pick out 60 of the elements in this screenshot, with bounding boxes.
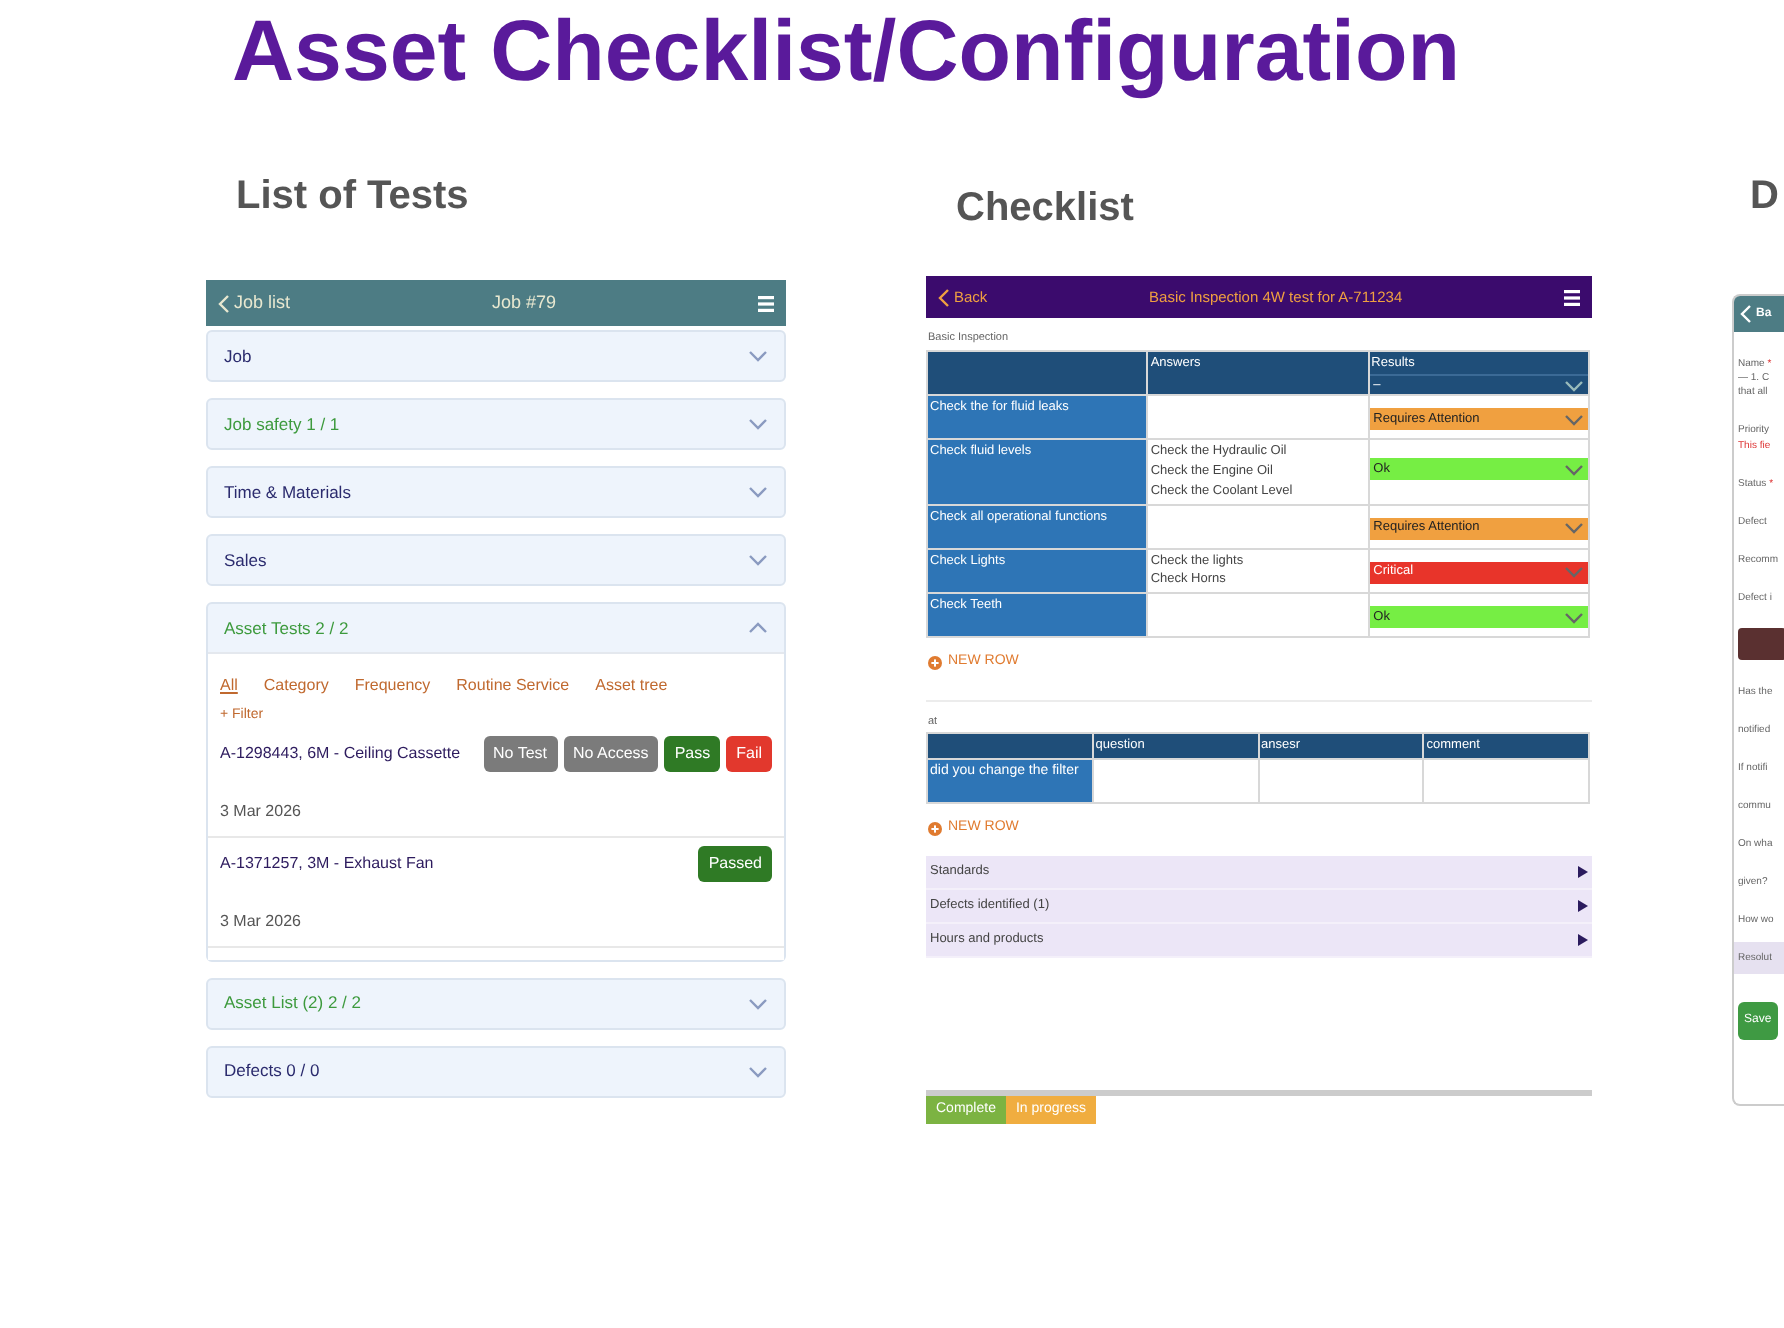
- table-cell[interactable]: [1092, 758, 1258, 803]
- chevron-down-icon: [748, 1065, 768, 1077]
- accordion-label: Sales: [224, 547, 267, 573]
- plus-circle-icon: [928, 655, 942, 670]
- photo-placeholder: [1738, 628, 1784, 660]
- chevron-down-icon: [748, 554, 768, 566]
- chevron-up-icon: [748, 622, 768, 634]
- chevron-down-icon: [1564, 379, 1584, 392]
- chevron-down-icon: [1564, 413, 1584, 426]
- triangle-right-icon: [1578, 866, 1588, 879]
- accordion-header[interactable]: Job: [208, 332, 784, 380]
- chevron-left-icon: [1740, 304, 1752, 324]
- accordion-label: Asset List (2) 2 / 2: [224, 990, 361, 1016]
- result-button[interactable]: Pass: [664, 735, 721, 771]
- chevron-down-icon: [1564, 611, 1584, 623]
- triangle-right-icon: [1578, 900, 1588, 913]
- triangle-right-icon: [1578, 934, 1588, 947]
- chevron-left-icon: [218, 293, 230, 313]
- chevron-left-icon: [938, 287, 950, 307]
- menu-icon[interactable]: [1563, 289, 1580, 305]
- table-cell[interactable]: [1423, 758, 1589, 803]
- accordion-header[interactable]: Job safety 1 / 1: [208, 400, 784, 448]
- result-button[interactable]: Passed: [698, 845, 772, 881]
- page-title: Asset Checklist/Configuration: [232, 2, 1463, 104]
- accordion-label: Time & Materials: [224, 479, 351, 505]
- accordion-header[interactable]: Time & Materials: [208, 468, 784, 516]
- chevron-down-icon: [1564, 522, 1584, 534]
- section-heading: D: [1748, 172, 1779, 220]
- chevron-down-icon: [748, 418, 768, 430]
- section-heading: List of Tests: [234, 172, 469, 220]
- test-date: 3 Mar 2026: [220, 799, 301, 823]
- chevron-down-icon: [1564, 463, 1584, 476]
- accordion-header[interactable]: Defects 0 / 0: [208, 1047, 784, 1095]
- accordion-label: Defects 0 / 0: [224, 1058, 320, 1084]
- filter-tab[interactable]: Frequency: [354, 674, 431, 698]
- test-date: 3 Mar 2026: [220, 909, 301, 933]
- filter-tab[interactable]: Category: [263, 674, 329, 698]
- test-name: A-1371257, 3M - Exhaust Fan: [220, 851, 434, 875]
- accordion-label: Asset Tests 2 / 2: [224, 615, 349, 641]
- chevron-down-icon: [1564, 566, 1584, 578]
- accordion-header[interactable]: Sales: [208, 536, 784, 584]
- table-cell[interactable]: [1258, 758, 1424, 803]
- result-button[interactable]: Fail: [726, 735, 772, 771]
- filter-tab[interactable]: All: [220, 674, 238, 698]
- result-button[interactable]: No Access: [563, 735, 659, 771]
- app-bar-title: Job #79: [491, 289, 557, 316]
- filter-tab[interactable]: Asset tree: [595, 674, 668, 698]
- accordion-header[interactable]: Asset Tests 2 / 2: [208, 604, 784, 652]
- accordion-label: Job: [224, 343, 252, 369]
- section-heading: Checklist: [954, 184, 1134, 232]
- accordion-label: Job safety 1 / 1: [224, 411, 340, 437]
- chevron-down-icon: [748, 350, 768, 362]
- back-link[interactable]: Job list: [218, 289, 291, 317]
- accordion-header[interactable]: Asset List (2) 2 / 2: [208, 979, 784, 1027]
- test-name: A-1298443, 6M - Ceiling Cassette: [220, 741, 461, 765]
- chevron-down-icon: [748, 997, 768, 1009]
- result-button[interactable]: No Test: [483, 735, 558, 771]
- filter-tab[interactable]: Routine Service: [456, 674, 570, 698]
- chevron-down-icon: [748, 486, 768, 498]
- plus-circle-icon: [928, 821, 942, 835]
